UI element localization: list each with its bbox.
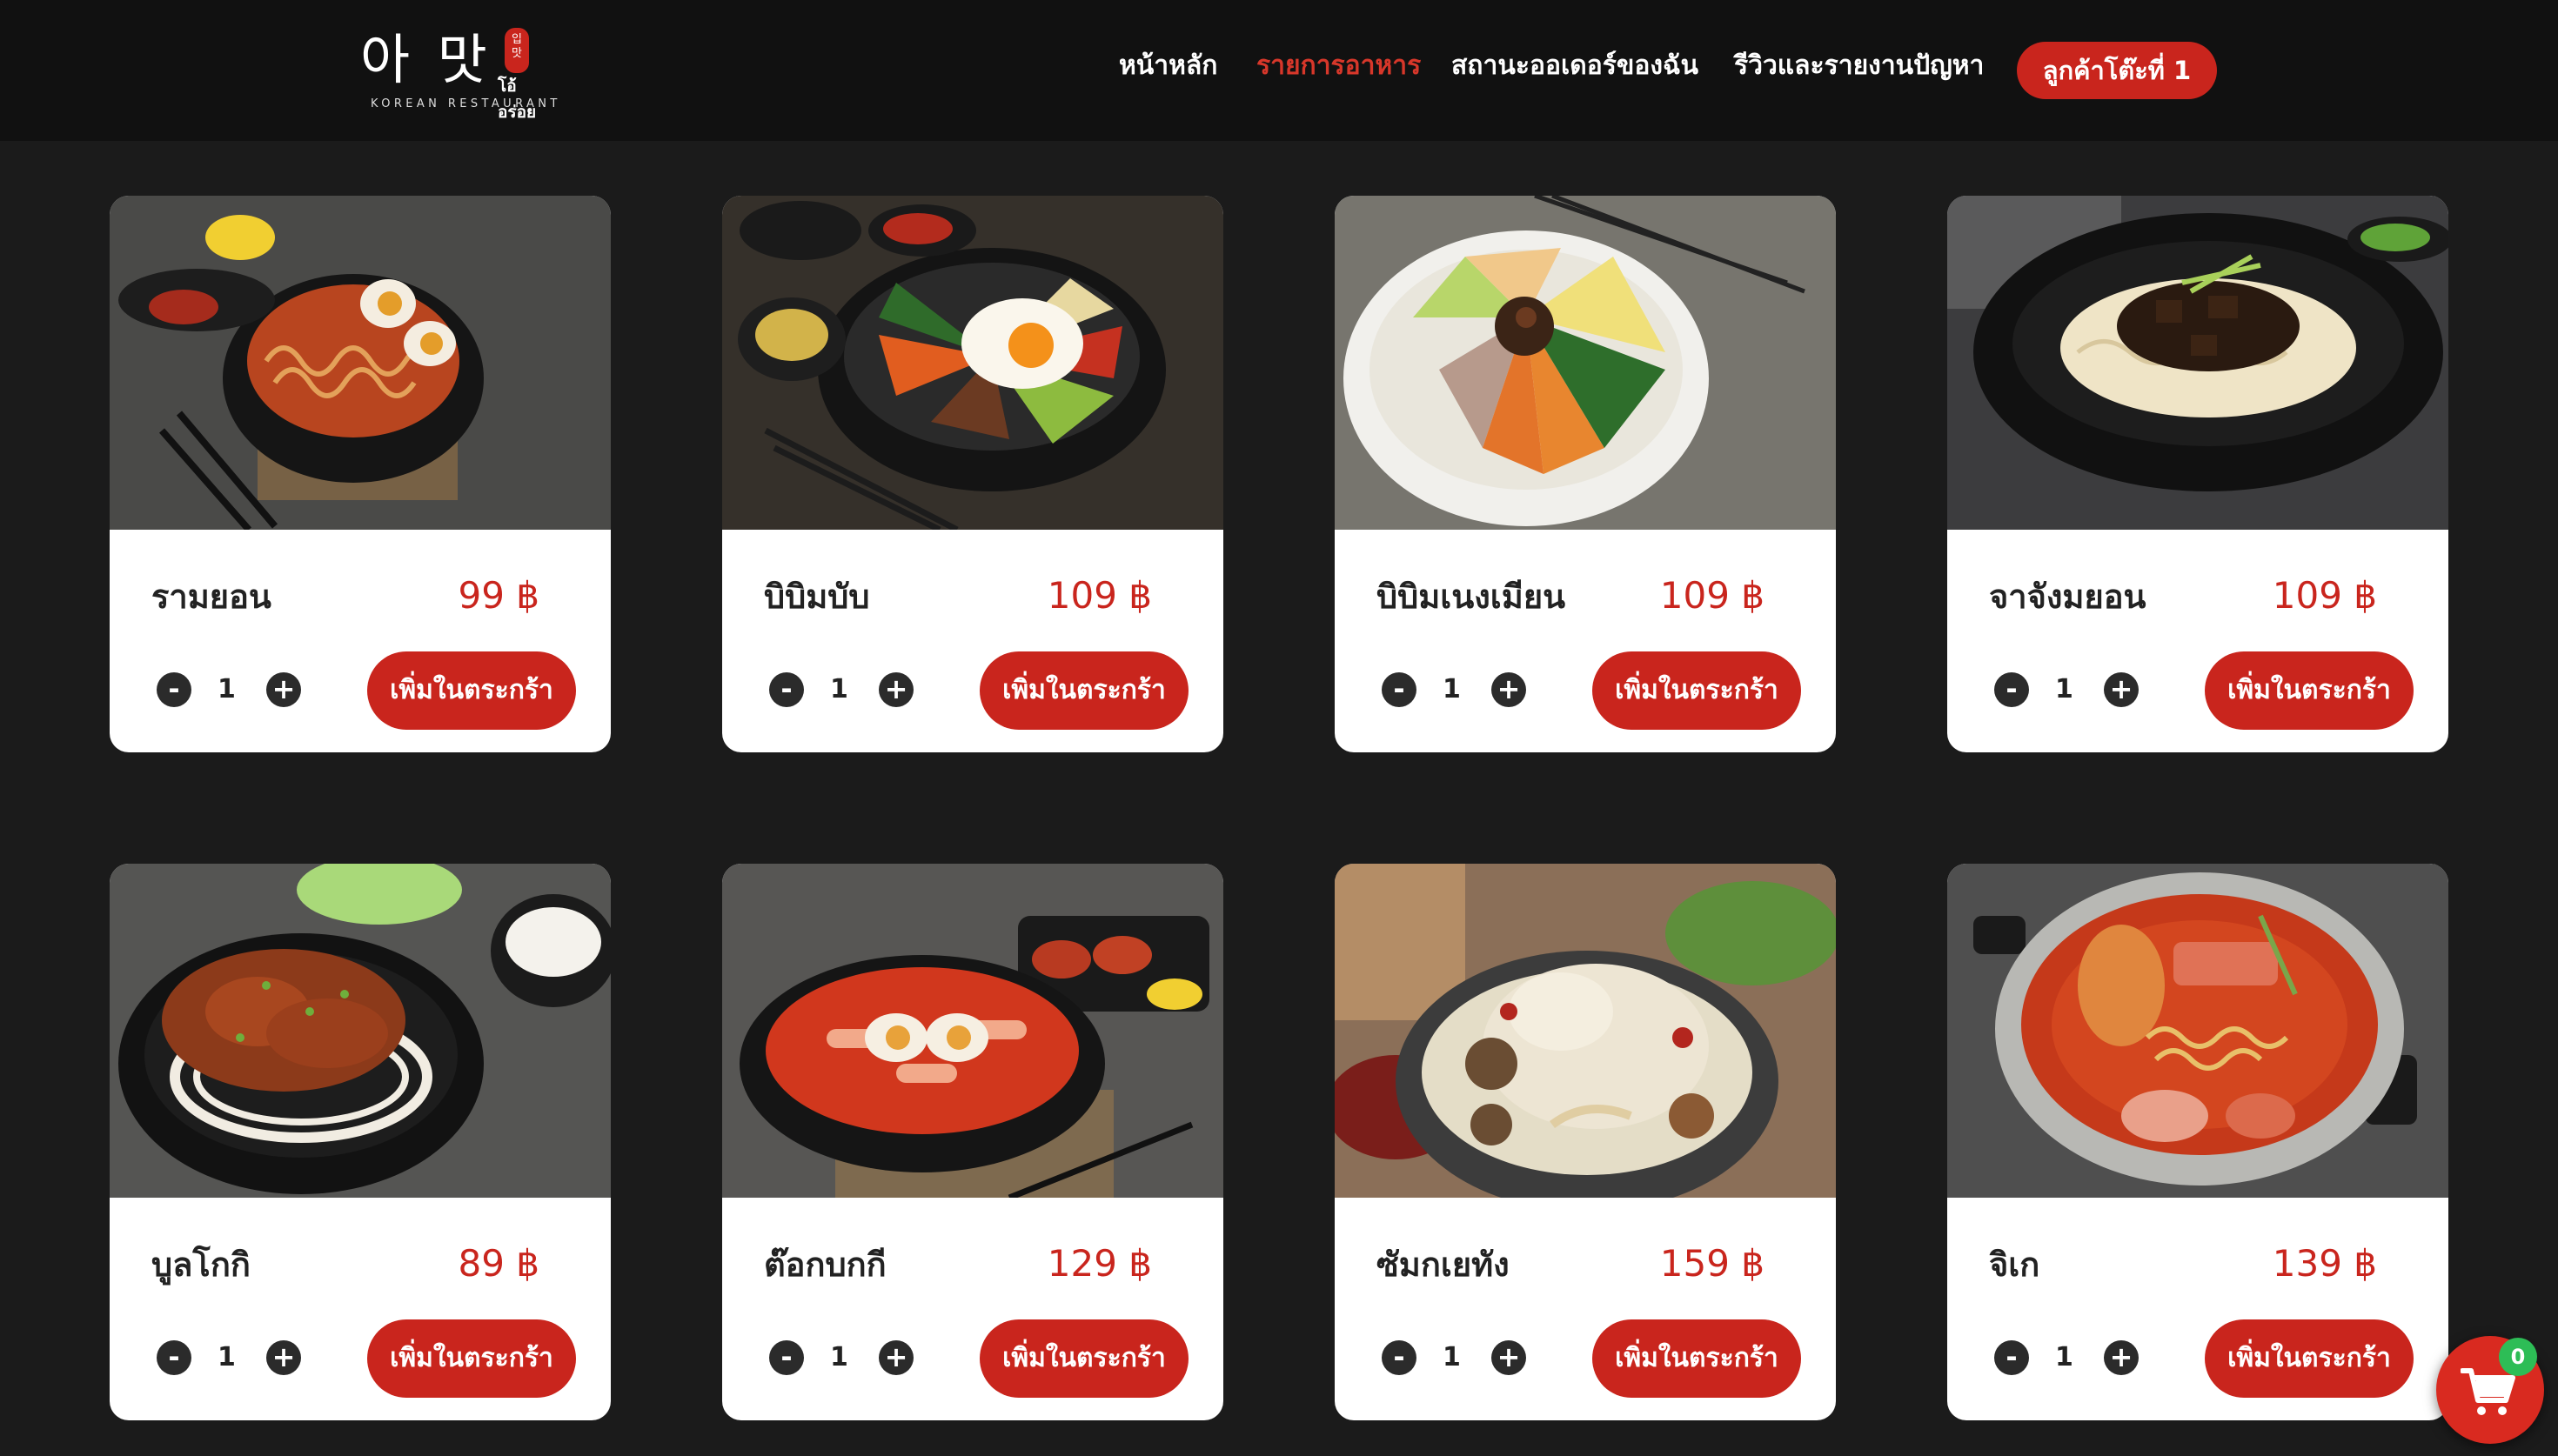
dish-price: 109 ฿	[1659, 574, 1764, 617]
jjigae-photo	[1947, 864, 2448, 1198]
ramyeon-photo	[110, 196, 611, 530]
dish-name: รามยอน	[151, 578, 271, 616]
quantity-decrease-button[interactable]: -	[157, 672, 191, 707]
jajangmyeon-photo	[1947, 196, 2448, 530]
quantity-increase-button[interactable]: +	[879, 1340, 914, 1375]
quantity-value: 1	[1443, 674, 1461, 705]
bibim-naengmyeon-photo	[1335, 196, 1836, 530]
nav-order-status[interactable]: สถานะออเดอร์ของฉัน	[1451, 49, 1698, 83]
quantity-decrease-button[interactable]: -	[157, 1340, 191, 1375]
menu-card-samgyetang: ซัมกเยทัง 159 ฿ - 1 + เพิ่มในตระกร้า	[1335, 864, 1836, 1420]
dish-name: จิเก	[1989, 1246, 2040, 1284]
dish-name: ต๊อกบกกี	[764, 1246, 887, 1284]
quantity-decrease-button[interactable]: -	[769, 1340, 804, 1375]
quantity-decrease-button[interactable]: -	[769, 672, 804, 707]
bibimbap-photo	[722, 196, 1223, 530]
dish-name: บูลโกกิ	[151, 1246, 251, 1284]
quantity-increase-button[interactable]: +	[879, 672, 914, 707]
add-to-cart-button[interactable]: เพิ่มในตระกร้า	[1592, 1319, 1801, 1398]
dish-price: 89 ฿	[458, 1242, 539, 1285]
logo-text: 아 맛	[360, 28, 492, 91]
menu-card-jjigae: จิเก 139 ฿ - 1 + เพิ่มในตระกร้า	[1947, 864, 2448, 1420]
quantity-value: 1	[218, 1342, 236, 1373]
quantity-increase-button[interactable]: +	[1491, 1340, 1526, 1375]
dish-price: 129 ฿	[1047, 1242, 1152, 1285]
navbar: 아 맛 입 맛 โอ้อร่อย KOREAN RESTAURANT หน้าห…	[0, 0, 2558, 141]
quantity-increase-button[interactable]: +	[2104, 1340, 2139, 1375]
menu-card-bibim-naengmyeon: บิบิมเนงเมียน 109 ฿ - 1 + เพิ่มในตระกร้า	[1335, 196, 1836, 752]
tteokbokki-photo	[722, 864, 1223, 1198]
cart-count-badge: 0	[2499, 1338, 2537, 1376]
add-to-cart-button[interactable]: เพิ่มในตระกร้า	[2205, 651, 2414, 730]
dish-price: 99 ฿	[458, 574, 539, 617]
quantity-increase-button[interactable]: +	[266, 1340, 301, 1375]
menu-card-bibimbap: บิบิมบับ 109 ฿ - 1 + เพิ่มในตระกร้า	[722, 196, 1223, 752]
dish-name: บิบิมบับ	[764, 578, 870, 616]
quantity-value: 1	[2055, 1342, 2073, 1373]
quantity-decrease-button[interactable]: -	[1994, 672, 2029, 707]
add-to-cart-button[interactable]: เพิ่มในตระกร้า	[367, 1319, 576, 1398]
quantity-increase-button[interactable]: +	[1491, 672, 1526, 707]
restaurant-logo[interactable]: 아 맛 입 맛 โอ้อร่อย KOREAN RESTAURANT	[360, 24, 557, 122]
samgyetang-photo	[1335, 864, 1836, 1198]
quantity-increase-button[interactable]: +	[2104, 672, 2139, 707]
dish-name: ซัมกเยทัง	[1376, 1246, 1510, 1284]
menu-card-jajangmyeon: จาจังมยอน 109 ฿ - 1 + เพิ่มในตระกร้า	[1947, 196, 2448, 752]
table-number-button[interactable]: ลูกค้าโต๊ะที่ 1	[2017, 42, 2217, 99]
quantity-increase-button[interactable]: +	[266, 672, 301, 707]
dish-name: จาจังมยอน	[1989, 578, 2146, 616]
dish-price: 109 ฿	[1047, 574, 1152, 617]
quantity-value: 1	[218, 674, 236, 705]
quantity-decrease-button[interactable]: -	[1382, 1340, 1416, 1375]
add-to-cart-button[interactable]: เพิ่มในตระกร้า	[980, 651, 1189, 730]
add-to-cart-button[interactable]: เพิ่มในตระกร้า	[367, 651, 576, 730]
add-to-cart-button[interactable]: เพิ่มในตระกร้า	[2205, 1319, 2414, 1398]
logo-subtitle: KOREAN RESTAURANT	[371, 97, 561, 110]
quantity-value: 1	[830, 1342, 848, 1373]
menu-card-ramyeon: รามยอน 99 ฿ - 1 + เพิ่มในตระกร้า	[110, 196, 611, 752]
quantity-value: 1	[830, 674, 848, 705]
add-to-cart-button[interactable]: เพิ่มในตระกร้า	[1592, 651, 1801, 730]
dish-name: บิบิมเนงเมียน	[1376, 578, 1566, 616]
bulgogi-photo	[110, 864, 611, 1198]
add-to-cart-button[interactable]: เพิ่มในตระกร้า	[980, 1319, 1189, 1398]
nav-home[interactable]: หน้าหลัก	[1119, 49, 1217, 83]
dish-price: 159 ฿	[1659, 1242, 1764, 1285]
menu-card-tteokbokki: ต๊อกบกกี 129 ฿ - 1 + เพิ่มในตระกร้า	[722, 864, 1223, 1420]
dish-price: 109 ฿	[2272, 574, 2377, 617]
dish-price: 139 ฿	[2272, 1242, 2377, 1285]
quantity-decrease-button[interactable]: -	[1994, 1340, 2029, 1375]
menu-card-bulgogi: บูลโกกิ 89 ฿ - 1 + เพิ่มในตระกร้า	[110, 864, 611, 1420]
quantity-decrease-button[interactable]: -	[1382, 672, 1416, 707]
logo-seal: 입 맛	[505, 28, 529, 73]
quantity-value: 1	[1443, 1342, 1461, 1373]
nav-reviews[interactable]: รีวิวและรายงานปัญหา	[1734, 49, 1984, 83]
quantity-value: 1	[2055, 674, 2073, 705]
nav-menu[interactable]: รายการอาหาร	[1256, 49, 1421, 83]
